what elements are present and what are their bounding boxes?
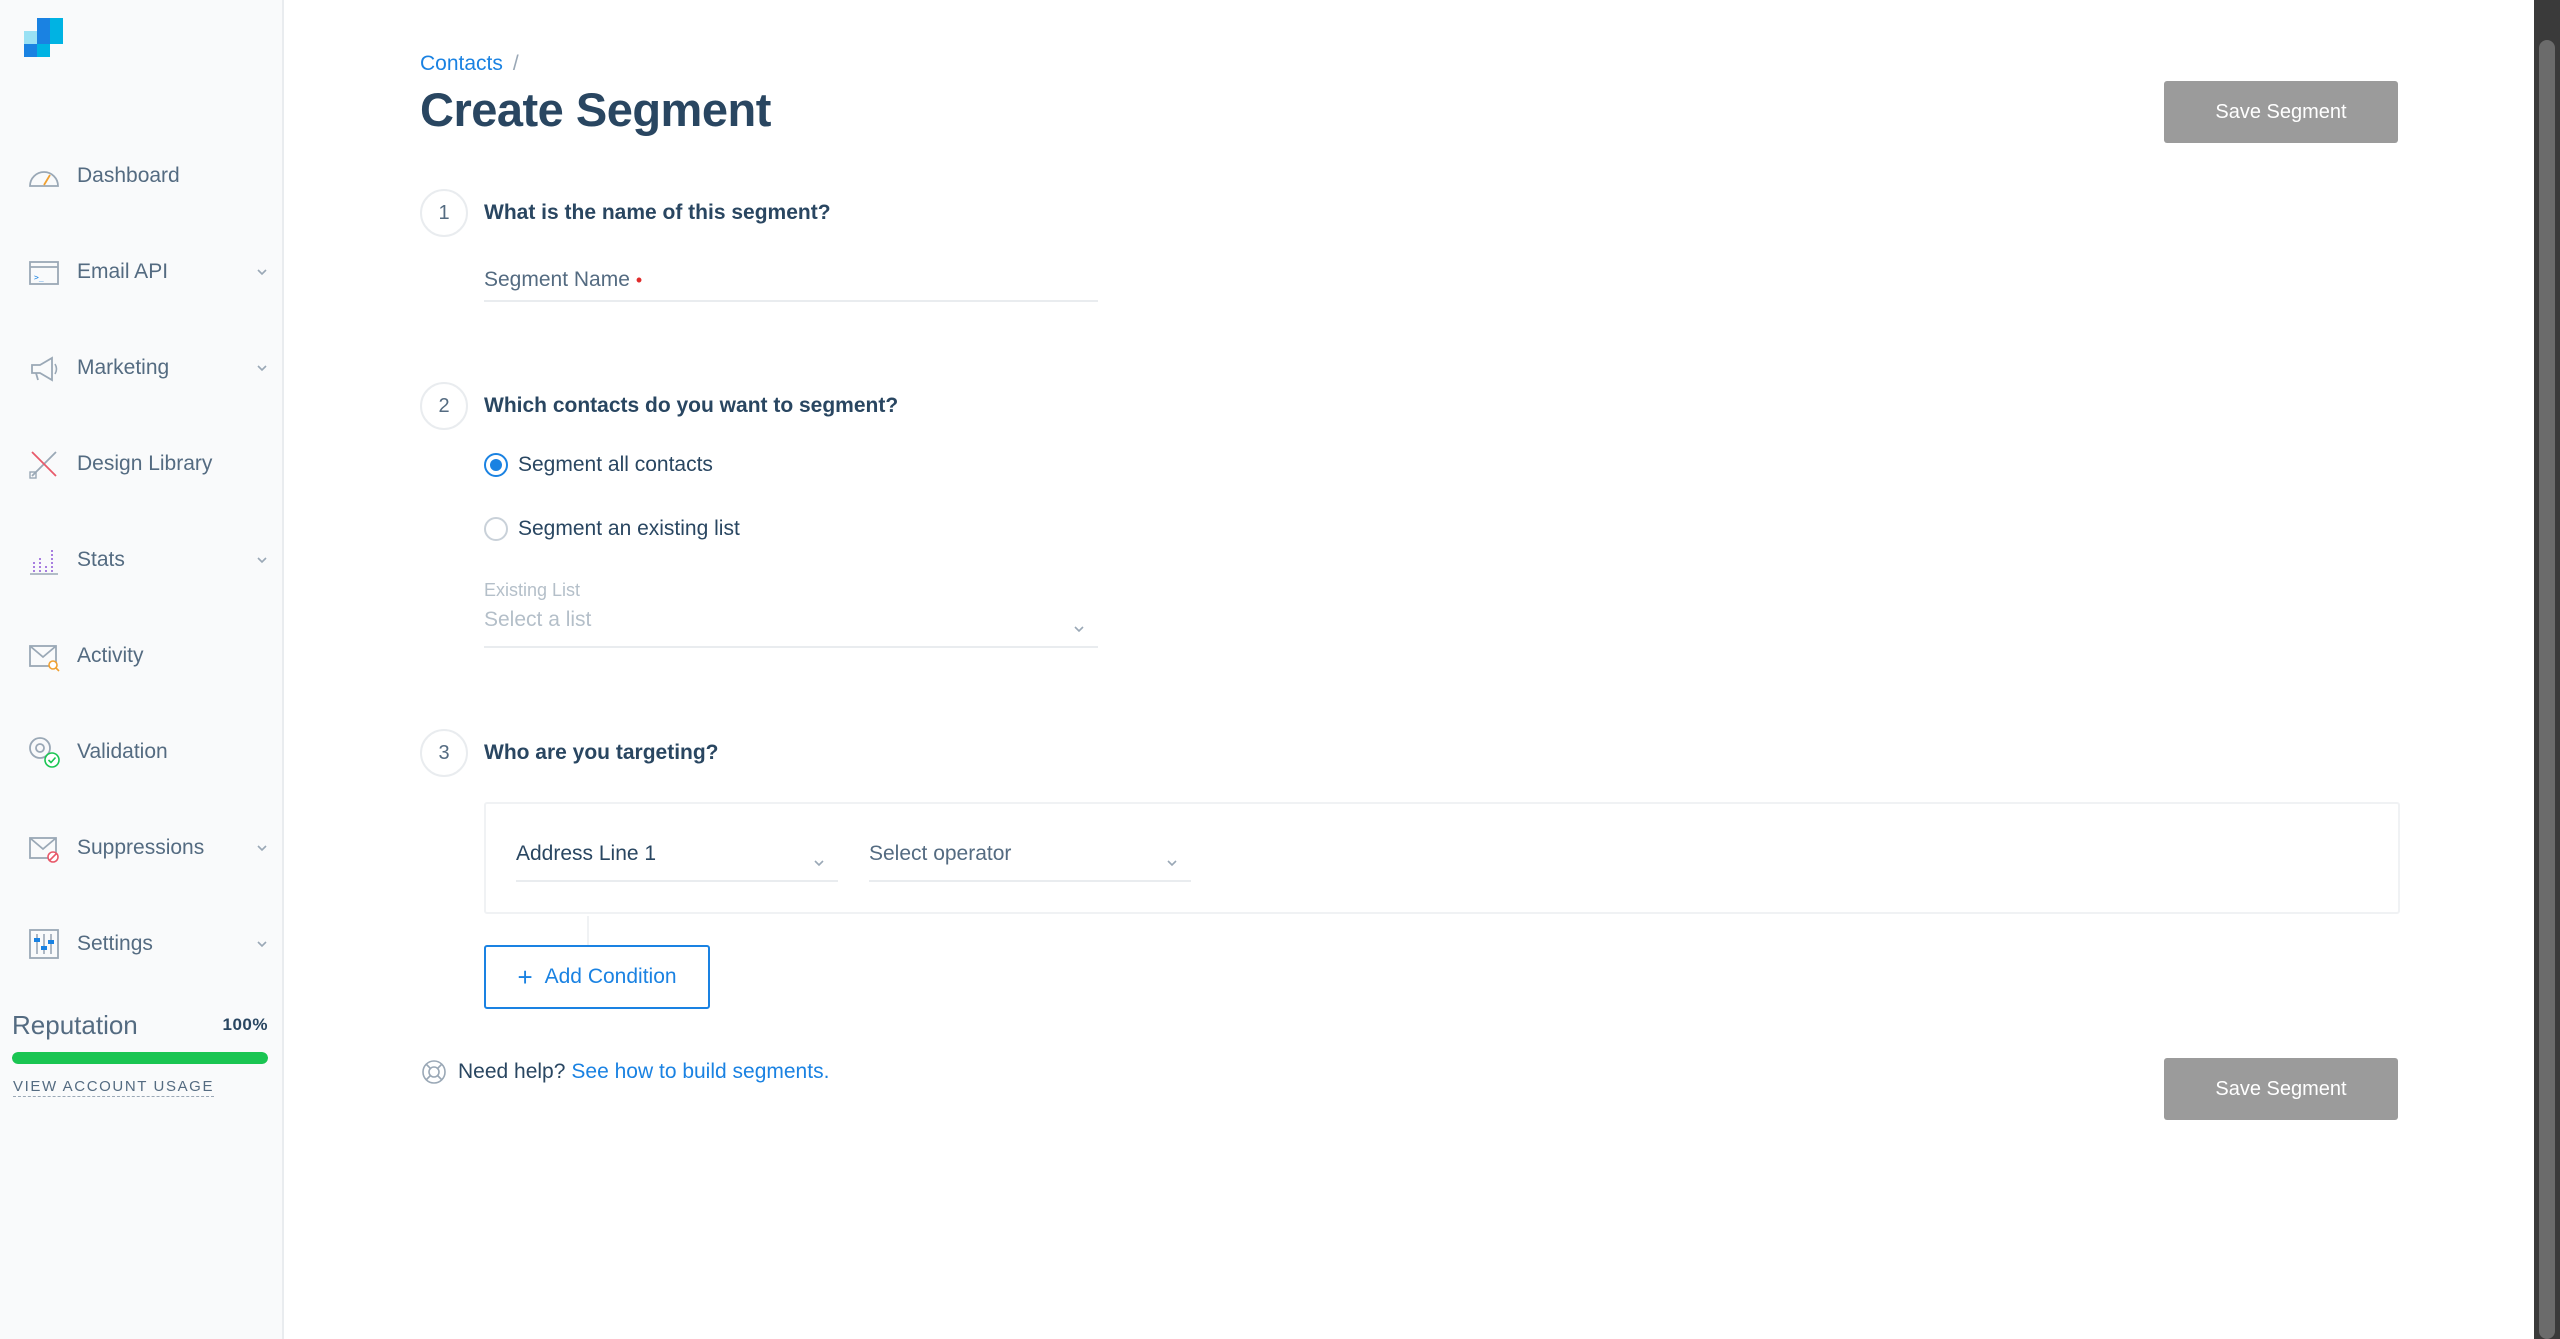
- segment-name-input[interactable]: [484, 300, 1098, 302]
- sendgrid-logo-icon[interactable]: [24, 18, 64, 58]
- chevron-down-icon: [812, 852, 826, 867]
- radio-button[interactable]: [484, 517, 508, 541]
- page-title: Create Segment: [420, 83, 771, 136]
- existing-list-select[interactable]: Select a list: [484, 608, 1098, 648]
- svg-text:>_: >_: [34, 273, 44, 282]
- lifebuoy-icon: [420, 1058, 448, 1086]
- stats-icon: [26, 542, 62, 578]
- view-account-usage-link[interactable]: VIEW ACCOUNT USAGE: [13, 1078, 215, 1097]
- radio-segment-existing-list[interactable]: Segment an existing list: [484, 517, 740, 541]
- sidebar-item-validation[interactable]: Validation: [0, 722, 284, 782]
- sidebar-item-activity[interactable]: Activity: [0, 626, 284, 686]
- condition-connector: [587, 916, 589, 946]
- dashboard-icon: [26, 158, 62, 194]
- validation-icon: [26, 734, 62, 770]
- chevron-down-icon: [255, 265, 269, 279]
- existing-list-label: Existing List: [484, 580, 581, 600]
- sidebar-item-dashboard[interactable]: Dashboard: [0, 146, 284, 206]
- sidebar-item-suppressions[interactable]: Suppressions: [0, 818, 284, 878]
- condition-operator-select[interactable]: Select operator: [869, 842, 1191, 882]
- step-number-3: 3: [420, 729, 468, 777]
- chevron-down-icon: [255, 841, 269, 855]
- save-segment-button-top[interactable]: Save Segment: [2164, 81, 2398, 143]
- design-library-icon: [26, 446, 62, 482]
- save-segment-button-bottom[interactable]: Save Segment: [2164, 1058, 2398, 1120]
- chevron-down-icon: [1165, 852, 1179, 867]
- condition-field-select[interactable]: Address Line 1: [516, 842, 838, 882]
- radio-button-checked[interactable]: [484, 453, 508, 477]
- megaphone-icon: [26, 350, 62, 386]
- step-title-1: What is the name of this segment?: [484, 201, 831, 224]
- build-segments-help-link[interactable]: See how to build segments.: [571, 1060, 829, 1084]
- settings-icon: [26, 926, 62, 962]
- step-number-1: 1: [420, 189, 468, 237]
- sidebar-item-stats[interactable]: Stats: [0, 530, 284, 590]
- scrollbar-thumb[interactable]: [2539, 40, 2555, 1339]
- sidebar-item-marketing[interactable]: Marketing: [0, 338, 284, 398]
- chevron-down-icon: [1072, 618, 1086, 642]
- main-content: Contacts / Create Segment Save Segment 1 …: [284, 0, 2534, 1339]
- segment-name-label: Segment Name •: [484, 268, 643, 291]
- email-api-icon: >_: [26, 254, 62, 290]
- chevron-down-icon: [255, 553, 269, 567]
- suppressions-icon: [26, 830, 62, 866]
- reputation-bar-fill: [12, 1052, 268, 1064]
- add-condition-button[interactable]: + Add Condition: [484, 945, 710, 1009]
- sidebar-item-design-library[interactable]: Design Library: [0, 434, 284, 494]
- step-title-3: Who are you targeting?: [484, 741, 719, 764]
- required-indicator: •: [635, 270, 643, 290]
- sidebar-item-settings[interactable]: Settings: [0, 914, 284, 974]
- sidebar-item-email-api[interactable]: >_ Email API: [0, 242, 284, 302]
- existing-list-underline: [484, 646, 1098, 648]
- radio-segment-all-contacts[interactable]: Segment all contacts: [484, 453, 713, 477]
- sidebar: Dashboard >_ Email API Marketing Design …: [0, 0, 284, 1339]
- breadcrumb: Contacts /: [420, 52, 519, 75]
- step-number-2: 2: [420, 382, 468, 430]
- chevron-down-icon: [255, 937, 269, 951]
- chevron-down-icon: [255, 361, 269, 375]
- breadcrumb-contacts-link[interactable]: Contacts: [420, 52, 503, 75]
- help-text: Need help? See how to build segments.: [420, 1058, 829, 1086]
- plus-icon: +: [517, 962, 533, 992]
- reputation-bar: [12, 1052, 268, 1064]
- activity-icon: [26, 638, 62, 674]
- step-title-2: Which contacts do you want to segment?: [484, 394, 899, 417]
